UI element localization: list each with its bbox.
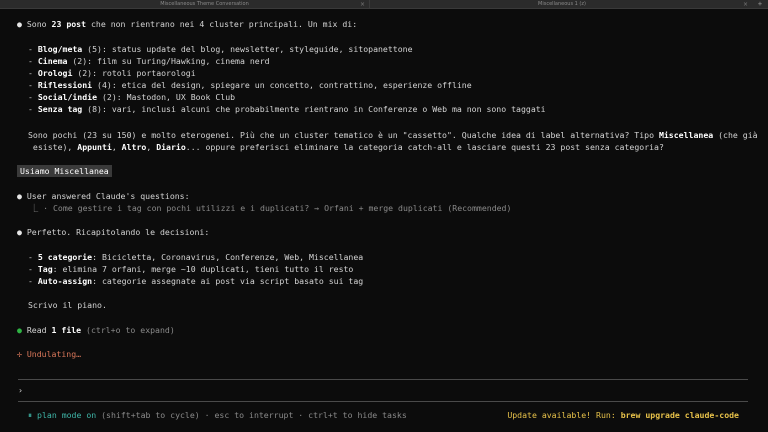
plan-mode-status: ⏸ plan mode on (shift+tab to cycle) · es… [28,410,407,420]
close-icon[interactable]: × [360,0,365,9]
list-item: - Riflessioni (4): etica del design, spi… [28,80,472,90]
input-top-divider [18,379,748,380]
input-bottom-divider [18,401,748,402]
prompt-input[interactable]: › [18,385,23,395]
list-item: - Orologi (2): rotoli portaorologi [28,68,196,78]
branch-icon: ⎿ [30,203,39,213]
user-message: Usiamo Miscellanea [17,165,112,177]
summary-paragraph-line-2: esiste), Appunti, Altro, Diario... oppur… [28,142,664,152]
list-item: - Tag: elimina 7 orfani, merge ~10 dupli… [28,264,354,274]
window-tab-2[interactable]: Miscellaneous 1 (z) × [372,0,752,9]
pause-icon: ⏸ [28,410,33,420]
answered-title: ● User answered Claude's questions: [17,191,190,201]
list-item: - Social/indie (2): Mastodon, UX Book Cl… [28,92,236,102]
decisions-outro: Scrivo il piano. [28,300,107,310]
summary-intro: ● Sono 23 post che non rientrano nei 4 c… [17,19,358,29]
update-notice: Update available! Run: brew upgrade clau… [507,410,739,420]
summary-paragraph-line-1: Sono pochi (23 su 150) e molto eterogene… [28,130,758,140]
list-item: - Blog/meta (5): status update del blog,… [28,44,413,54]
terminal-output: ● Sono 23 post che non rientrano nei 4 c… [0,9,768,432]
bullet-icon: ● [17,325,22,335]
spinner-status: ✢ Undulating… [17,349,82,359]
prompt-icon: › [18,385,23,395]
answered-detail: ⎿ · Come gestire i tag con pochi utilizz… [30,203,512,213]
read-file-line[interactable]: ● Read 1 file (ctrl+o to expand) [17,324,175,336]
list-item: - Cinema (2): film su Turing/Hawking, ci… [28,56,270,66]
bullet-icon: ● [17,227,22,237]
bullet-icon: ● [17,19,22,29]
window-tab-2-label: Miscellaneous 1 (z) [538,1,586,7]
decisions-intro: ● Perfetto. Ricapitolando le decisioni: [17,227,210,237]
list-item: - 5 categorie: Bicicletta, Coronavirus, … [28,252,364,262]
window-titlebar: Miscellaneous Theme Conversation × Misce… [0,0,768,9]
window-tab-1[interactable]: Miscellaneous Theme Conversation × [40,0,370,9]
window-tab-1-label: Miscellaneous Theme Conversation [160,1,249,7]
spinner-icon: ✢ [17,349,22,359]
bullet-icon: ● [17,191,22,201]
new-tab-icon[interactable]: + [756,0,764,9]
list-item: - Auto-assign: categorie assegnate ai po… [28,276,364,286]
list-item: - Senza tag (8): vari, inclusi alcuni ch… [28,104,546,114]
close-icon[interactable]: × [743,0,748,9]
